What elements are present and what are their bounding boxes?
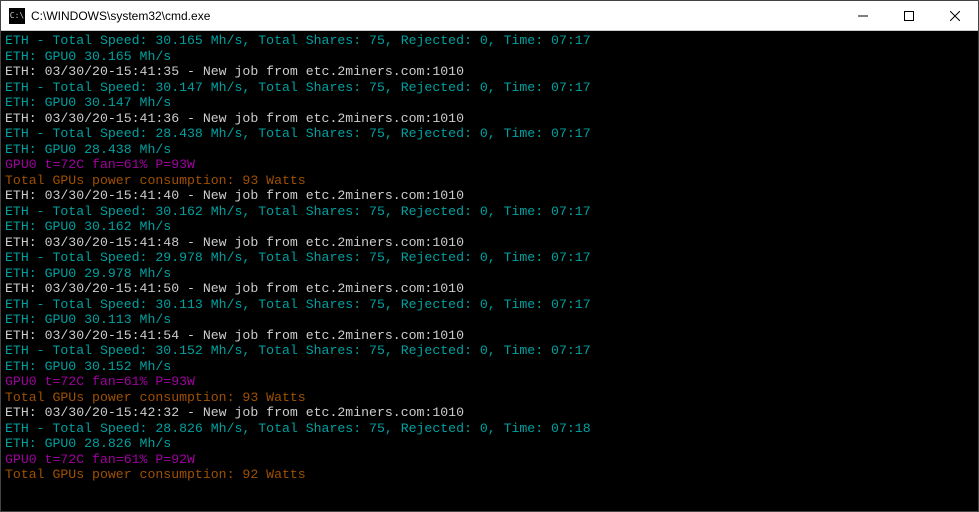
console-line: ETH: GPU0 30.147 Mh/s (5, 95, 974, 111)
console-line: ETH: 03/30/20-15:41:40 - New job from et… (5, 188, 974, 204)
console-line: ETH: 03/30/20-15:41:35 - New job from et… (5, 64, 974, 80)
maximize-icon (904, 11, 914, 21)
console-line: Total GPUs power consumption: 93 Watts (5, 390, 974, 406)
maximize-button[interactable] (886, 1, 932, 30)
titlebar[interactable]: C:\ C:\WINDOWS\system32\cmd.exe (1, 1, 978, 31)
window-title: C:\WINDOWS\system32\cmd.exe (31, 9, 840, 23)
cmd-window: C:\ C:\WINDOWS\system32\cmd.exe ETH - To… (0, 0, 979, 512)
console-line: Total GPUs power consumption: 93 Watts (5, 173, 974, 189)
console-line: ETH - Total Speed: 30.165 Mh/s, Total Sh… (5, 33, 974, 49)
console-line: ETH: GPU0 30.162 Mh/s (5, 219, 974, 235)
console-line: GPU0 t=72C fan=61% P=93W (5, 374, 974, 390)
close-icon (950, 11, 960, 21)
console-line: ETH: 03/30/20-15:41:54 - New job from et… (5, 328, 974, 344)
console-line: ETH - Total Speed: 29.978 Mh/s, Total Sh… (5, 250, 974, 266)
console-line: ETH: GPU0 29.978 Mh/s (5, 266, 974, 282)
console-line: ETH: GPU0 28.826 Mh/s (5, 436, 974, 452)
minimize-button[interactable] (840, 1, 886, 30)
console-line: ETH - Total Speed: 28.826 Mh/s, Total Sh… (5, 421, 974, 437)
console-line: ETH: GPU0 28.438 Mh/s (5, 142, 974, 158)
console-line: ETH - Total Speed: 30.113 Mh/s, Total Sh… (5, 297, 974, 313)
console-line: GPU0 t=72C fan=61% P=92W (5, 452, 974, 468)
console-line: Total GPUs power consumption: 92 Watts (5, 467, 974, 483)
cmd-icon-label: C:\ (10, 12, 24, 20)
cmd-icon: C:\ (9, 8, 25, 24)
console-line: ETH - Total Speed: 30.152 Mh/s, Total Sh… (5, 343, 974, 359)
console-line: ETH - Total Speed: 30.162 Mh/s, Total Sh… (5, 204, 974, 220)
console-line: ETH - Total Speed: 28.438 Mh/s, Total Sh… (5, 126, 974, 142)
console-line: ETH: GPU0 30.113 Mh/s (5, 312, 974, 328)
window-controls (840, 1, 978, 30)
console-line: ETH: 03/30/20-15:41:50 - New job from et… (5, 281, 974, 297)
console-output[interactable]: ETH - Total Speed: 30.165 Mh/s, Total Sh… (1, 31, 978, 511)
console-line: ETH: 03/30/20-15:42:32 - New job from et… (5, 405, 974, 421)
close-button[interactable] (932, 1, 978, 30)
console-line: ETH: GPU0 30.165 Mh/s (5, 49, 974, 65)
console-line: ETH: GPU0 30.152 Mh/s (5, 359, 974, 375)
console-line: GPU0 t=72C fan=61% P=93W (5, 157, 974, 173)
minimize-icon (858, 11, 868, 21)
console-line: ETH: 03/30/20-15:41:36 - New job from et… (5, 111, 974, 127)
console-line: ETH - Total Speed: 30.147 Mh/s, Total Sh… (5, 80, 974, 96)
console-line: ETH: 03/30/20-15:41:48 - New job from et… (5, 235, 974, 251)
